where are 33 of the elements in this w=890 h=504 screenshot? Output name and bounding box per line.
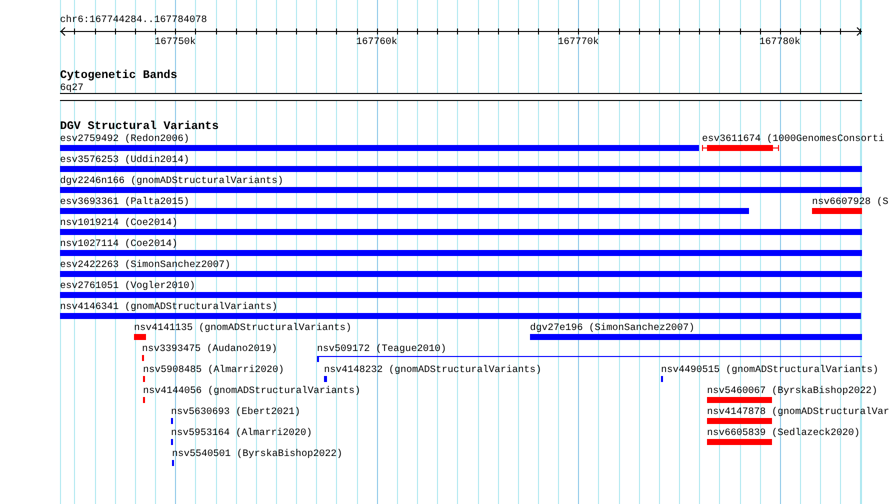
variant-label: nsv4490515 (gnomADStructuralVariants)	[661, 364, 879, 375]
tick-label: 167780k	[759, 36, 800, 47]
track-title: DGV Structural Variants	[60, 121, 219, 133]
variant-label: nsv3393475 (Audano2019)	[142, 343, 278, 354]
variant-label: esv2422263 (SimonSanchez2007)	[60, 259, 230, 270]
track-title: Cytogenetic Bands	[60, 70, 178, 82]
variant-label: esv3576253 (Uddin2014)	[60, 154, 190, 165]
variant-label: nsv4148232 (gnomADStructuralVariants)	[324, 364, 542, 375]
variant-label: dgv27e196 (SimonSanchez2007)	[530, 322, 695, 333]
variant-label: dgv2246n166 (gnomADStructuralVariants)	[60, 175, 284, 186]
tick-label: 167760k	[356, 36, 398, 47]
variant-label: esv2759492 (Redon2006)	[60, 133, 190, 144]
variant-label: nsv4141135 (gnomADStructuralVariants)	[134, 322, 352, 333]
variant-label: esv2761051 (Vogler2010)	[60, 280, 196, 291]
band-label: 6q27	[60, 82, 84, 93]
variant-label: nsv5908485 (Almarri2020)	[143, 364, 284, 375]
variant-label: nsv5460067 (ByrskaBishop2022)	[707, 385, 878, 396]
tick-label: 167770k	[558, 36, 599, 47]
region-label: chr6:167744284..167784078	[60, 14, 207, 25]
variant-label: nsv6605839 (Sedlazeck2020)	[707, 427, 860, 438]
variant-label: nsv1019214 (Coe2014)	[60, 217, 178, 228]
variant-label: nsv5953164 (Almarri2020)	[171, 427, 312, 438]
variant-label: esv3611674 (1000GenomesConsorti	[702, 133, 884, 144]
variant-label: nsv4147878 (gnomADStructuralVar	[707, 406, 890, 417]
variant-label: nsv1027114 (Coe2014)	[60, 238, 178, 249]
variant-label: nsv6607928 (S	[812, 196, 888, 207]
variant-label: nsv509172 (Teague2010)	[317, 343, 446, 354]
variant-label: nsv5540501 (ByrskaBishop2022)	[172, 448, 342, 459]
variant-label: nsv4146341 (gnomADStructuralVariants)	[60, 301, 278, 312]
variant-label: esv3693361 (Palta2015)	[60, 196, 190, 207]
variant-label: nsv5630693 (Ebert2021)	[171, 406, 300, 417]
variant-label: nsv4144056 (gnomADStructuralVariants)	[143, 385, 361, 396]
tick-label: 167750k	[154, 36, 196, 47]
